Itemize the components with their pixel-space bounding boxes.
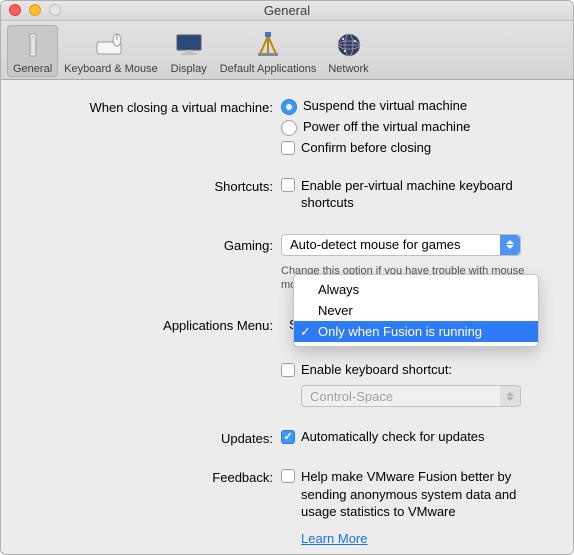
shortcuts-label: Shortcuts: <box>21 177 281 194</box>
window-title: General <box>1 3 573 18</box>
updates-label: Updates: <box>21 429 281 446</box>
preferences-window: General General Keyboard & Mouse <box>0 0 574 555</box>
checkbox-auto-updates[interactable] <box>281 430 295 444</box>
appmenu-option-always[interactable]: Always <box>294 279 538 300</box>
general-icon <box>17 29 49 61</box>
kb-shortcut-select: Control-Space <box>301 385 521 407</box>
feedback-label: Feedback: <box>21 468 281 485</box>
radio-suspend-label: Suspend the virtual machine <box>303 98 467 113</box>
radio-poweroff[interactable] <box>281 120 297 136</box>
checkmark-icon: ✓ <box>300 324 311 340</box>
toolbar: General Keyboard & Mouse Display <box>1 21 573 80</box>
appmenu-option-never[interactable]: Never <box>294 300 538 321</box>
toolbar-label: General <box>13 63 52 75</box>
gaming-select[interactable]: Auto-detect mouse for games <box>281 234 521 256</box>
learn-more-link[interactable]: Learn More <box>301 531 367 546</box>
toolbar-label: Network <box>328 63 368 75</box>
closing-label: When closing a virtual machine: <box>21 98 281 115</box>
select-arrows-icon <box>500 235 520 255</box>
toolbar-label: Keyboard & Mouse <box>64 63 158 75</box>
radio-poweroff-label: Power off the virtual machine <box>303 119 470 134</box>
appmenu-option-only-running[interactable]: ✓ Only when Fusion is running <box>294 321 538 342</box>
checkbox-per-vm-shortcuts[interactable] <box>281 178 295 192</box>
checkbox-feedback[interactable] <box>281 469 295 483</box>
toolbar-item-default-apps[interactable]: Default Applications <box>214 25 323 77</box>
toolbar-item-keyboard-mouse[interactable]: Keyboard & Mouse <box>58 25 164 77</box>
display-icon <box>173 29 205 61</box>
content-pane: When closing a virtual machine: Suspend … <box>1 80 573 554</box>
network-icon <box>333 29 365 61</box>
toolbar-item-network[interactable]: Network <box>322 25 374 77</box>
checkbox-confirm-closing[interactable] <box>281 141 295 155</box>
kb-shortcut-value: Control-Space <box>310 389 393 404</box>
toolbar-label: Display <box>171 63 207 75</box>
gaming-select-value: Auto-detect mouse for games <box>290 237 461 252</box>
checkbox-enable-kb-shortcut-label: Enable keyboard shortcut: <box>301 362 452 377</box>
checkbox-confirm-label: Confirm before closing <box>301 140 431 155</box>
checkbox-feedback-label: Help make VMware Fusion better by sendin… <box>301 468 541 521</box>
checkbox-auto-updates-label: Automatically check for updates <box>301 429 485 444</box>
checkbox-per-vm-shortcuts-label: Enable per-virtual machine keyboard shor… <box>301 177 531 212</box>
select-arrows-icon <box>500 386 520 406</box>
close-button[interactable] <box>9 4 21 16</box>
toolbar-item-display[interactable]: Display <box>164 25 214 77</box>
appmenu-label: Applications Menu: <box>21 314 281 333</box>
default-apps-icon <box>252 29 284 61</box>
titlebar: General <box>1 1 573 21</box>
appmenu-dropdown: Always Never ✓ Only when Fusion is runni… <box>293 274 539 347</box>
gaming-label: Gaming: <box>21 234 281 253</box>
toolbar-label: Default Applications <box>220 63 317 75</box>
minimize-button[interactable] <box>29 4 41 16</box>
traffic-lights <box>9 4 61 16</box>
toolbar-item-general[interactable]: General <box>7 25 58 77</box>
checkbox-enable-kb-shortcut[interactable] <box>281 363 295 377</box>
zoom-button <box>49 4 61 16</box>
keyboard-mouse-icon <box>95 29 127 61</box>
radio-suspend[interactable] <box>281 99 297 115</box>
